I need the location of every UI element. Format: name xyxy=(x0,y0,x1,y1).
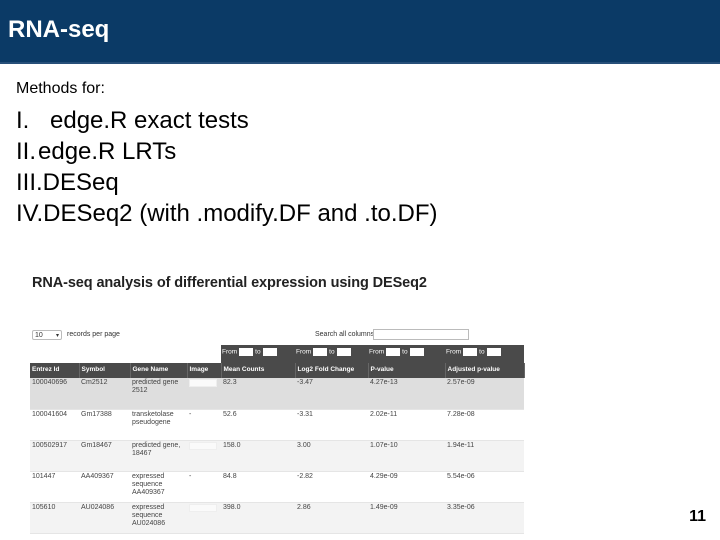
mean-counts-cell: 52.6 xyxy=(221,409,295,441)
method-text: edge.R LRTs xyxy=(38,138,177,165)
entrez-link[interactable]: 100041604 xyxy=(30,409,79,441)
filter-log2fc: From to xyxy=(295,345,368,363)
log2fc-cell: -3.47 xyxy=(295,378,368,410)
pvalue-cell: 2.02e-11 xyxy=(368,409,445,441)
pvalue-cell: 4.27e-13 xyxy=(368,378,445,410)
table-row[interactable]: 105610 AU024086 expressed sequence AU024… xyxy=(30,502,524,534)
page-size-select[interactable]: 10 ▾ xyxy=(32,330,62,340)
gene-thumbnail xyxy=(189,441,217,450)
pvalue-cell: 4.29e-09 xyxy=(368,471,445,503)
method-text: DESeq xyxy=(42,169,119,196)
gene-name-cell: predicted gene 2512 xyxy=(130,378,187,410)
method-item: II.edge.R LRTs xyxy=(16,137,438,168)
gene-name-cell: predicted gene, 18467 xyxy=(130,440,187,472)
padj-cell: 1.94e-11 xyxy=(445,440,524,472)
gene-thumbnail xyxy=(189,379,217,387)
method-item: III.DESeq xyxy=(16,168,438,199)
entrez-link[interactable]: 105610 xyxy=(30,502,79,534)
symbol-cell: Cm2512 xyxy=(79,378,130,410)
image-cell xyxy=(187,378,221,410)
filter-to-input[interactable] xyxy=(486,348,501,356)
log2fc-cell: 2.86 xyxy=(295,502,368,534)
filter-from-input[interactable] xyxy=(463,348,478,356)
filter-to-input[interactable] xyxy=(262,348,277,356)
column-header[interactable]: Mean Counts xyxy=(221,363,296,378)
slide-title: RNA-seq xyxy=(8,16,110,43)
filter-row: From to From to From to From to xyxy=(30,345,524,363)
filter-to-input[interactable] xyxy=(409,348,424,356)
table-row[interactable]: 100040696 Cm2512 predicted gene 2512 82.… xyxy=(30,378,524,410)
methods-label: Methods for: xyxy=(16,80,105,97)
log2fc-cell: -3.31 xyxy=(295,409,368,441)
image-cell xyxy=(187,502,221,534)
page-number: 11 xyxy=(689,508,706,525)
filter-from-input[interactable] xyxy=(313,348,328,356)
image-cell xyxy=(187,440,221,472)
column-header[interactable]: Gene Name xyxy=(130,363,188,378)
results-table: From to From to From to From to Entrez Id Sy… xyxy=(30,345,525,534)
table-row[interactable]: 100041604 Gm17388 transketolase pseudoge… xyxy=(30,409,524,441)
table-controls: 10 ▾ records per page Search all columns: xyxy=(30,328,470,342)
filter-to-input[interactable] xyxy=(336,348,351,356)
gene-name-cell: expressed sequence AU024086 xyxy=(130,502,187,534)
log2fc-cell: 3.00 xyxy=(295,440,368,472)
column-header[interactable]: Entrez Id xyxy=(30,363,80,378)
symbol-cell: AU024086 xyxy=(79,502,130,534)
method-number: IV. xyxy=(16,200,44,227)
table-row[interactable]: 101447 AA409367 expressed sequence AA409… xyxy=(30,471,524,503)
mean-counts-cell: 84.8 xyxy=(221,471,295,503)
method-text: DESeq2 (with .modify.DF and .to.DF) xyxy=(43,200,438,227)
gene-name-cell: transketolase pseudogene xyxy=(130,409,187,441)
header-row: Entrez Id Symbol Gene Name Image Mean Co… xyxy=(30,363,525,378)
image-cell: - xyxy=(187,409,221,441)
method-item: IV.DESeq2 (with .modify.DF and .to.DF) xyxy=(16,199,438,230)
column-header[interactable]: Log2 Fold Change xyxy=(295,363,369,378)
entrez-link[interactable]: 100502917 xyxy=(30,440,79,472)
filter-from-input[interactable] xyxy=(239,348,254,356)
column-header[interactable]: P-value xyxy=(368,363,446,378)
pvalue-cell: 1.07e-10 xyxy=(368,440,445,472)
methods-list: I. edge.R exact tests II.edge.R LRTs III.… xyxy=(16,106,438,230)
symbol-cell: Gm17388 xyxy=(79,409,130,441)
filter-padj: From to xyxy=(445,345,524,363)
padj-cell: 3.35e-06 xyxy=(445,502,524,534)
gene-name-cell: expressed sequence AA409367 xyxy=(130,471,187,503)
entrez-link[interactable]: 101447 xyxy=(30,471,79,503)
filter-mean: From to xyxy=(221,345,295,363)
mean-counts-cell: 158.0 xyxy=(221,440,295,472)
padj-cell: 5.54e-06 xyxy=(445,471,524,503)
padj-cell: 2.57e-09 xyxy=(445,378,524,410)
column-header[interactable]: Symbol xyxy=(79,363,131,378)
search-input[interactable] xyxy=(373,329,469,340)
filter-pvalue: From to xyxy=(368,345,445,363)
filter-from-input[interactable] xyxy=(386,348,401,356)
column-header[interactable]: Image xyxy=(187,363,222,378)
page-size-value: 10 xyxy=(35,332,43,339)
chevron-down-icon: ▾ xyxy=(55,333,59,339)
screenshot-title: RNA-seq analysis of differential express… xyxy=(32,275,427,291)
records-per-page-label: records per page xyxy=(67,331,120,338)
pvalue-cell: 1.49e-09 xyxy=(368,502,445,534)
gene-thumbnail xyxy=(189,503,217,512)
table-row[interactable]: 100502917 Gm18467 predicted gene, 18467 … xyxy=(30,440,524,472)
method-item: I. edge.R exact tests xyxy=(16,106,438,137)
method-number: I. xyxy=(16,107,30,134)
method-number: III. xyxy=(16,169,43,196)
method-number: II. xyxy=(16,138,37,165)
column-header[interactable]: Adjusted p-value xyxy=(445,363,525,378)
padj-cell: 7.28e-08 xyxy=(445,409,524,441)
log2fc-cell: -2.82 xyxy=(295,471,368,503)
symbol-cell: AA409367 xyxy=(79,471,130,503)
image-cell: - xyxy=(187,471,221,503)
symbol-cell: Gm18467 xyxy=(79,440,130,472)
mean-counts-cell: 398.0 xyxy=(221,502,295,534)
mean-counts-cell: 82.3 xyxy=(221,378,295,410)
search-label: Search all columns: xyxy=(315,331,377,338)
method-text: edge.R exact tests xyxy=(50,107,249,134)
entrez-link[interactable]: 100040696 xyxy=(30,378,79,410)
title-bar: RNA-seq xyxy=(0,0,720,64)
